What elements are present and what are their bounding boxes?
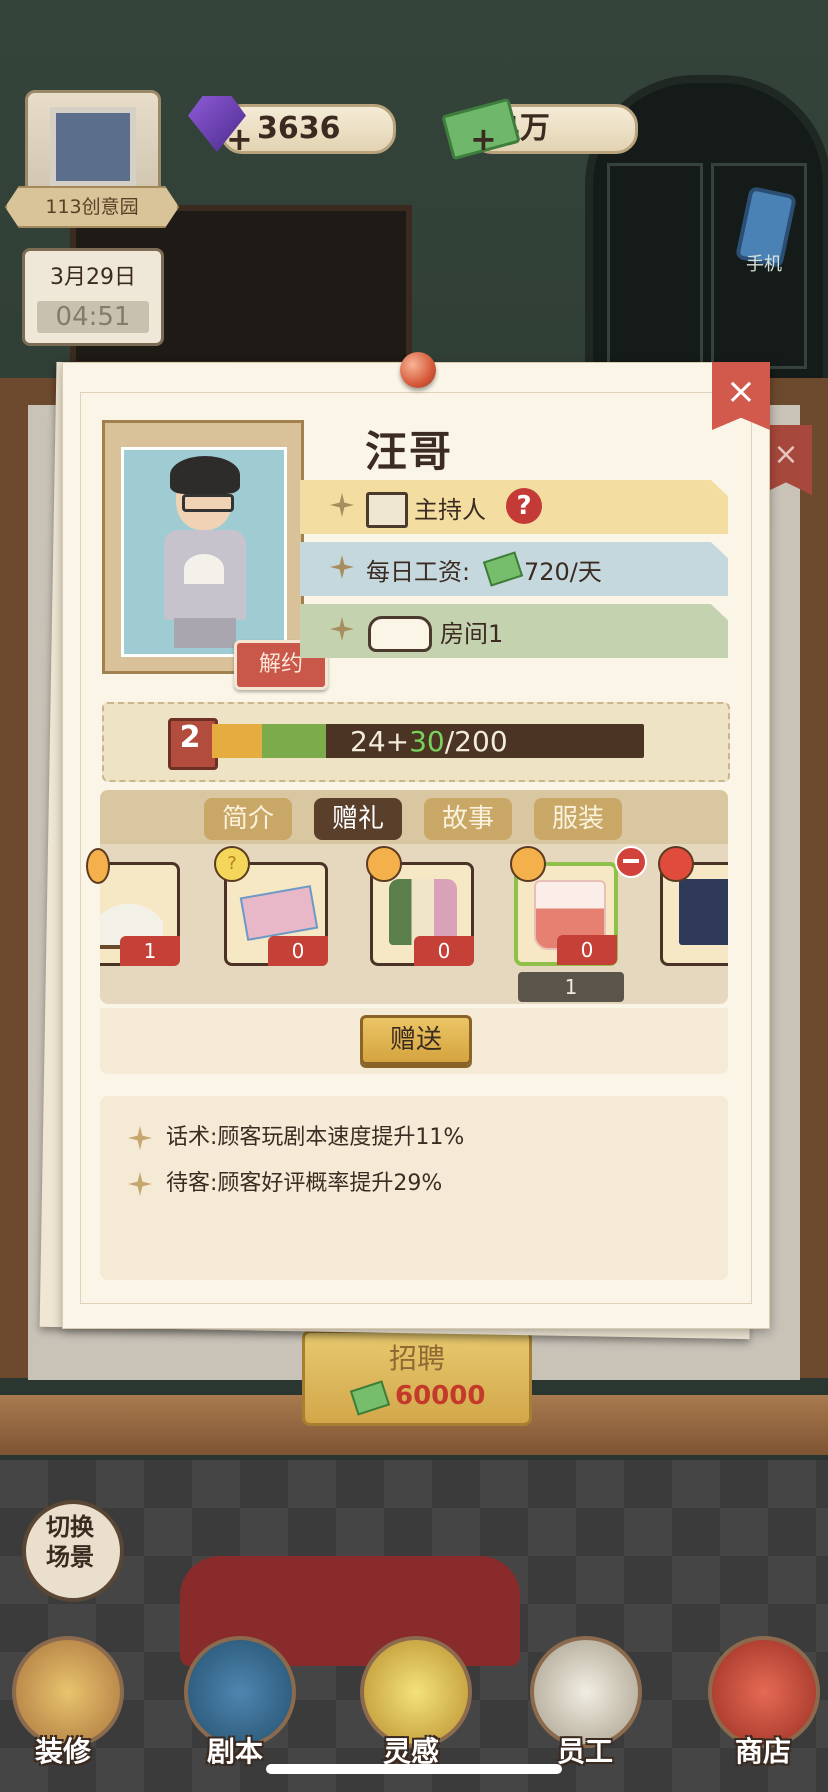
wink-face-icon: [510, 846, 546, 882]
salary-row: 每日工资: 720/天: [300, 542, 728, 596]
room-label: 房间1: [440, 620, 504, 648]
gift-item-fan[interactable]: 1: [100, 862, 180, 966]
level-number: 2: [179, 720, 201, 755]
gift-count: 0: [557, 935, 617, 965]
calendar-widget: 3月29日 04:51: [22, 248, 164, 346]
recruit-label: 招聘: [388, 1342, 445, 1375]
role-label: 主持人: [414, 496, 486, 524]
angry-face-icon: [658, 846, 694, 882]
time-label: 04:51: [37, 301, 149, 333]
salary-value: 720/天: [524, 558, 602, 586]
xp-fill-current: [212, 724, 262, 758]
xp-fill-gain: [262, 724, 326, 758]
nav-shop[interactable]: 商店: [708, 1730, 818, 1770]
skills-section: 话术:顾客玩剧本速度提升11% 待客:顾客好评概率提升29%: [100, 1096, 728, 1280]
nav-renovate[interactable]: 装修: [8, 1730, 118, 1770]
role-row: 主持人 ?: [300, 480, 728, 534]
pin-icon: [400, 352, 436, 388]
tab-gift[interactable]: 赠礼: [314, 798, 402, 840]
give-gift-button[interactable]: 赠送: [360, 1015, 472, 1065]
xp-text: 24+30/200: [350, 725, 508, 758]
tab-intro[interactable]: 简介: [204, 798, 292, 840]
ticket-icon: [239, 885, 319, 941]
help-icon[interactable]: ?: [506, 488, 542, 524]
tab-story[interactable]: 故事: [424, 798, 512, 840]
date-label: 3月29日: [50, 265, 136, 290]
cash-icon: [349, 1380, 391, 1416]
room-row: 房间1: [300, 604, 728, 658]
recruit-button: 招聘 60000: [302, 1330, 532, 1426]
gem-count: 3636: [257, 111, 341, 146]
salary-label: 每日工资:: [366, 558, 471, 586]
switch-scene-label: 切换 场景: [46, 1513, 94, 1571]
skill-item: 待客:顾客好评概率提升29%: [128, 1164, 442, 1204]
gift-count: 0: [268, 936, 328, 966]
home-indicator[interactable]: [266, 1764, 562, 1774]
recruit-price: 60000: [395, 1381, 486, 1411]
location-name: 113创意园: [5, 186, 179, 228]
unknown-mood-icon: ?: [214, 846, 250, 882]
staff-portrait: [102, 420, 304, 674]
gift-quantity: 1: [518, 972, 624, 1002]
gem-plus-icon[interactable]: +: [226, 120, 253, 158]
skill-item: 话术:顾客玩剧本速度提升11%: [128, 1118, 464, 1158]
character-avatar: [121, 447, 287, 657]
gift-count: 0: [414, 936, 474, 966]
neutral-face-icon: [366, 846, 402, 882]
cash-plus-icon[interactable]: +: [470, 120, 497, 158]
tab-bar: [100, 790, 728, 844]
star-icon: [128, 1126, 152, 1150]
book-icon: [679, 879, 728, 945]
sofa-icon: [368, 616, 432, 652]
tab-outfit[interactable]: 服装: [534, 798, 622, 840]
gift-count: 1: [120, 936, 180, 966]
happy-face-icon: [86, 848, 110, 884]
id-card-icon: [366, 492, 408, 528]
xp-bar: 24+30/200: [212, 724, 644, 758]
staff-name: 汪哥: [365, 427, 454, 476]
minus-icon[interactable]: [615, 846, 647, 878]
star-icon: [128, 1172, 152, 1196]
phone-label: 手机: [746, 254, 782, 275]
